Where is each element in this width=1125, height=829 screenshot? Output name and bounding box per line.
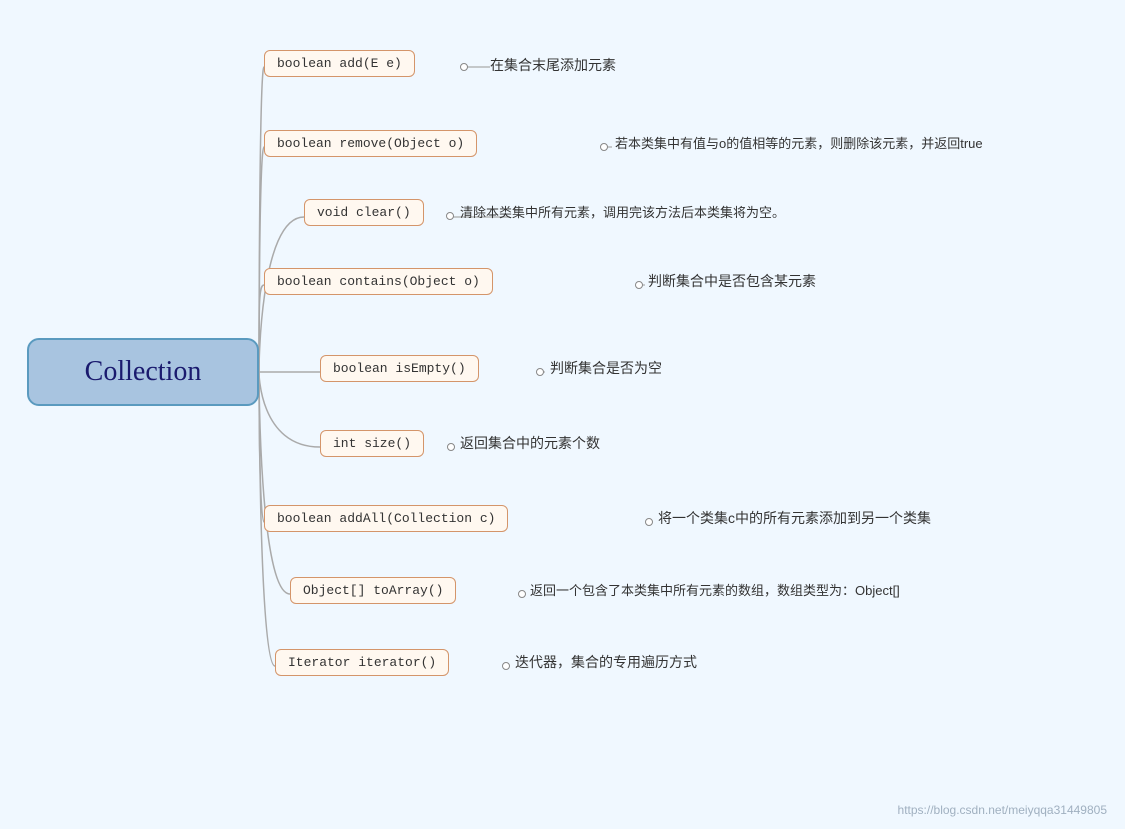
mind-map-canvas: Collection boolean add(E e) 在集合末尾添加元素 bo… xyxy=(0,0,1125,829)
method-isempty: boolean isEmpty() xyxy=(320,355,479,382)
method-add: boolean add(E e) xyxy=(264,50,415,77)
collection-node: Collection xyxy=(27,338,259,406)
method-clear: void clear() xyxy=(304,199,424,226)
desc-contains: 判断集合中是否包含某元素 xyxy=(648,271,816,291)
method-size: int size() xyxy=(320,430,424,457)
method-contains: boolean contains(Object o) xyxy=(264,268,493,295)
method-remove: boolean remove(Object o) xyxy=(264,130,477,157)
method-addall: boolean addAll(Collection c) xyxy=(264,505,508,532)
desc-addall: 将一个类集c中的所有元素添加到另一个类集 xyxy=(658,508,931,528)
desc-toarray: 返回一个包含了本类集中所有元素的数组，数组类型为：Object[] xyxy=(530,580,900,599)
desc-isempty: 判断集合是否为空 xyxy=(550,358,662,378)
desc-remove: 若本类集中有值与o的值相等的元素，则删除该元素，并返回true xyxy=(615,133,983,152)
desc-iterator: 迭代器，集合的专用遍历方式 xyxy=(515,652,697,672)
desc-size: 返回集合中的元素个数 xyxy=(460,433,600,453)
desc-clear: 清除本类集中所有元素，调用完该方法后本类集将为空。 xyxy=(460,202,785,221)
method-iterator: Iterator iterator() xyxy=(275,649,449,676)
connection-lines xyxy=(0,0,1125,829)
method-toarray: Object[] toArray() xyxy=(290,577,456,604)
desc-add: 在集合末尾添加元素 xyxy=(490,55,616,75)
watermark: https://blog.csdn.net/meiyqqa31449805 xyxy=(898,803,1107,817)
collection-label: Collection xyxy=(85,356,202,388)
